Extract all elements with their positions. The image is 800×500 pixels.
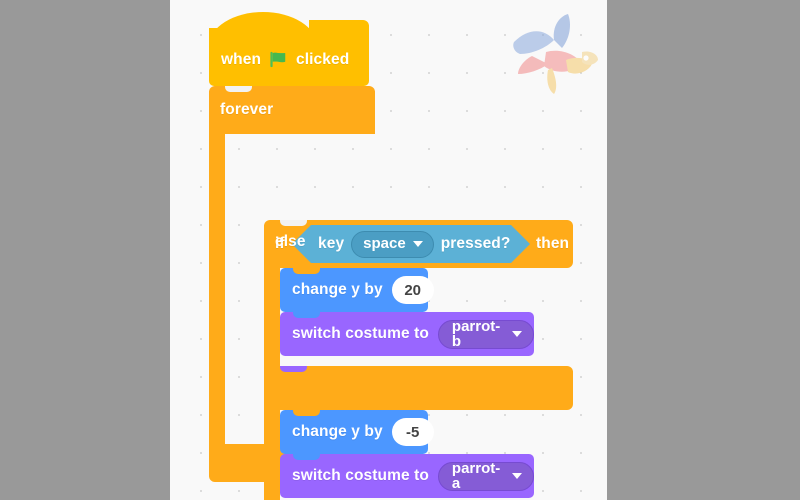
switch-costume-else-top-notch — [293, 454, 320, 460]
if-left-arm — [264, 268, 280, 366]
change-y-else-label: change y by — [292, 423, 383, 441]
when-label: when — [221, 50, 262, 68]
switch-costume-else-label: switch costume to — [292, 467, 429, 485]
block-forever[interactable]: forever if then key space pressed? chang… — [209, 86, 573, 500]
block-when-flag-clicked[interactable]: when clicked — [209, 12, 369, 86]
forever-left-arm — [209, 134, 225, 444]
hat-content-row: when clicked — [221, 50, 349, 69]
else-label: else — [275, 233, 306, 250]
change-y-else-value-field[interactable]: -5 — [391, 418, 434, 446]
key-suffix-label: pressed? — [440, 235, 511, 253]
switch-costume-if-label: switch costume to — [292, 325, 429, 343]
costume-dropdown-else[interactable]: parrot-a — [437, 459, 534, 492]
forever-top-notch — [225, 86, 252, 92]
else-bar-top-notch — [280, 366, 307, 372]
change-y-if-value-field[interactable]: 20 — [391, 276, 434, 304]
change-y-else-value: -5 — [406, 423, 420, 441]
costume-dropdown-if[interactable]: parrot-b — [437, 317, 534, 350]
change-y-if-label: change y by — [292, 281, 383, 299]
clicked-label: clicked — [296, 50, 350, 68]
key-pressed-content-row: key space pressed? — [298, 230, 530, 258]
change-y-if-value: 20 — [404, 281, 422, 299]
change-y-else-top-notch — [293, 410, 320, 416]
chevron-down-icon — [512, 330, 522, 337]
key-dropdown-value: space — [363, 235, 406, 252]
block-change-y-by-if[interactable]: change y by 20 — [280, 268, 434, 312]
green-flag-icon — [270, 51, 286, 68]
block-switch-costume-if[interactable]: switch costume to parrot-b — [280, 312, 534, 356]
key-prefix-label: key — [318, 235, 345, 253]
parrot-sprite-watermark — [513, 14, 598, 94]
chevron-down-icon — [412, 240, 423, 247]
forever-label: forever — [220, 101, 274, 118]
switch-costume-if-top-notch — [293, 312, 320, 318]
screenshot-stage: when clicked forever if then key space p… — [0, 0, 800, 500]
change-y-if-top-notch — [293, 268, 320, 274]
then-label: then — [536, 235, 570, 252]
block-switch-costume-else[interactable]: switch costume to parrot-a — [280, 454, 534, 498]
block-change-y-by-else[interactable]: change y by -5 — [280, 410, 434, 454]
block-key-pressed[interactable]: key space pressed? — [292, 225, 530, 263]
else-left-arm — [264, 410, 280, 500]
costume-dropdown-if-value: parrot-b — [451, 317, 501, 350]
key-dropdown[interactable]: space — [351, 230, 434, 258]
script-workspace[interactable]: when clicked forever if then key space p… — [170, 0, 607, 500]
else-bar — [264, 366, 573, 410]
chevron-down-icon — [512, 472, 522, 479]
costume-dropdown-else-value: parrot-a — [451, 459, 501, 492]
